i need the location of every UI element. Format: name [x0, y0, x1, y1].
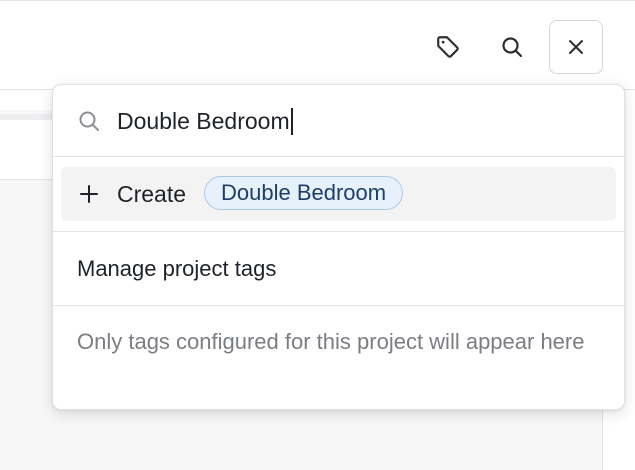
divider [53, 305, 624, 306]
create-tag-option[interactable]: Create Double Bedroom [61, 167, 616, 221]
new-tag-chip: Double Bedroom [204, 176, 404, 210]
tag-search-value: Double Bedroom [117, 108, 290, 134]
close-button[interactable] [549, 20, 603, 74]
plus-icon [79, 184, 99, 209]
tag-icon [437, 36, 459, 58]
search-button[interactable] [485, 20, 539, 74]
search-icon [502, 37, 523, 58]
search-icon [77, 109, 101, 138]
create-label: Create [117, 181, 187, 207]
manage-project-tags-label: Manage project tags [77, 256, 277, 281]
text-caret [290, 107, 293, 135]
tag-picker-popover: Double Bedroom Create Double Bedroom Man… [52, 84, 625, 410]
tag-button[interactable] [421, 20, 475, 74]
tags-hint-text: Only tags configured for this project wi… [77, 329, 585, 354]
top-toolbar [0, 0, 635, 90]
tag-search-input[interactable]: Double Bedroom [117, 106, 293, 136]
manage-project-tags-option[interactable]: Manage project tags [53, 232, 624, 305]
tag-search-row[interactable]: Double Bedroom [53, 85, 624, 157]
close-icon [569, 40, 583, 54]
